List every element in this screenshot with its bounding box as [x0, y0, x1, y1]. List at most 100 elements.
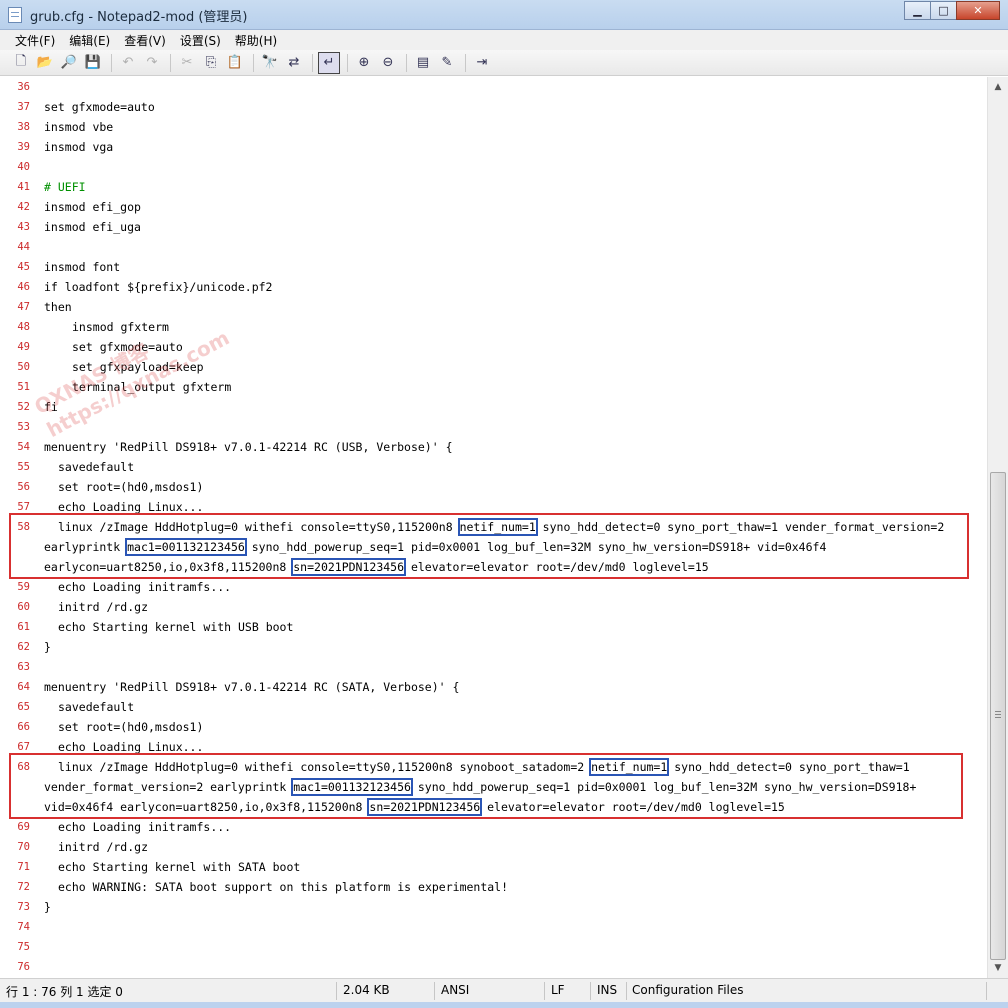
line-number: 64 — [17, 681, 30, 693]
line-number: 69 — [17, 821, 30, 833]
scheme-icon[interactable]: ▤ — [412, 52, 434, 74]
line-text: fi — [44, 400, 58, 414]
netif-num-highlight: netif_num=1 — [457, 518, 538, 536]
editor-line: 37 set gfxmode=auto — [0, 97, 987, 117]
toolbar-separator — [111, 53, 112, 72]
line-text: insmod gfxterm — [72, 320, 169, 334]
editor-line: 51 terminal_output gfxterm — [0, 377, 987, 397]
line-number: 70 — [17, 841, 30, 853]
redo-icon[interactable]: ↷ — [141, 52, 163, 74]
line-number: 43 — [17, 221, 30, 233]
editor-line: 70 initrd /rd.gz — [0, 837, 987, 857]
status-divider — [590, 982, 591, 1000]
sn-highlight: sn=2021PDN123456 — [291, 558, 407, 576]
editor-line: 69 echo Loading initramfs... — [0, 817, 987, 837]
line-number: 44 — [17, 241, 30, 253]
window-controls: ▁ □ ✕ — [904, 1, 1000, 20]
text-editor[interactable]: 36 37 set gfxmode=auto 38 insmod vbe 39 ins… — [0, 77, 987, 978]
cut-icon[interactable]: ✂ — [176, 52, 198, 74]
status-eol[interactable]: LF — [551, 983, 565, 997]
line-number: 60 — [17, 601, 30, 613]
new-file-icon[interactable]: 🗋 — [10, 52, 32, 74]
minimize-button[interactable]: ▁ — [904, 1, 931, 20]
grip-icon — [995, 711, 1001, 718]
line-text: then — [44, 300, 72, 314]
paste-icon[interactable]: 📋 — [224, 52, 246, 74]
editor-line: 61 echo Starting kernel with USB boot — [0, 617, 987, 637]
save-icon[interactable]: 💾 — [82, 52, 104, 74]
status-encoding[interactable]: ANSI — [441, 983, 469, 997]
close-button[interactable]: ✕ — [956, 1, 1000, 20]
line-number: 61 — [17, 621, 30, 633]
toolbar-separator — [465, 53, 466, 72]
editor-line: 58 linux /zImage HddHotplug=0 withefi con… — [0, 517, 987, 537]
line-text: set gfxmode=auto — [72, 340, 183, 354]
line-text: menuentry 'RedPill DS918+ v7.0.1-42214 R… — [44, 680, 460, 694]
status-divider — [986, 982, 987, 1000]
notepad-app-icon — [8, 7, 22, 23]
editor-line-wrap: vender_format_version=2 earlyprintk mac1… — [0, 777, 987, 797]
menu-file[interactable]: 文件(F) — [8, 32, 62, 49]
window-title: grub.cfg - Notepad2-mod (管理员) — [30, 10, 248, 25]
exit-icon[interactable]: ⇥ — [471, 52, 493, 74]
menu-settings[interactable]: 设置(S) — [173, 32, 228, 49]
editor-line: 53 — [0, 417, 987, 437]
customize-icon[interactable]: ✎ — [436, 52, 458, 74]
line-text: terminal_output gfxterm — [72, 380, 232, 394]
toolbar-separator — [406, 53, 407, 72]
editor-line: 55 savedefault — [0, 457, 987, 477]
editor-line-wrap: earlycon=uart8250,io,0x3f8,115200n8 sn=2… — [0, 557, 987, 577]
editor-line: 72 echo WARNING: SATA boot support on thi… — [0, 877, 987, 897]
line-number: 74 — [17, 921, 30, 933]
line-text: earlyprintk — [44, 540, 128, 554]
line-number: 49 — [17, 341, 30, 353]
title-bar: grub.cfg - Notepad2-mod (管理员) ▁ □ ✕ — [0, 0, 1008, 30]
word-wrap-icon[interactable]: ↵ — [318, 51, 340, 74]
line-number: 41 — [17, 181, 30, 193]
line-number: 45 — [17, 261, 30, 273]
replace-icon[interactable]: ⇄ — [283, 52, 305, 74]
line-number: 72 — [17, 881, 30, 893]
line-text: set gfxpayload=keep — [72, 360, 204, 374]
copy-icon[interactable]: ⎘ — [200, 52, 222, 74]
scroll-down-arrow-icon[interactable]: ▼ — [990, 960, 1006, 976]
scroll-up-arrow-icon[interactable]: ▲ — [990, 79, 1006, 95]
menu-view[interactable]: 查看(V) — [117, 32, 173, 49]
line-number: 76 — [17, 961, 30, 973]
line-number: 42 — [17, 201, 30, 213]
find-icon[interactable]: 🔭 — [259, 52, 281, 74]
line-number: 62 — [17, 641, 30, 653]
browse-icon[interactable]: 🔎 — [58, 52, 80, 74]
status-bar: 行 1 : 76 列 1 选定 0 2.04 KB ANSI LF INS Co… — [0, 978, 1008, 1002]
editor-line: 63 — [0, 657, 987, 677]
zoom-out-icon[interactable]: ⊖ — [377, 52, 399, 74]
editor-line: 48 insmod gfxterm — [0, 317, 987, 337]
editor-line: 39 insmod vga — [0, 137, 987, 157]
menu-help[interactable]: 帮助(H) — [228, 32, 284, 49]
line-number: 68 — [17, 761, 30, 773]
scrollbar-thumb[interactable] — [990, 472, 1006, 960]
editor-line-wrap: vid=0x46f4 earlycon=uart8250,io,0x3f8,11… — [0, 797, 987, 817]
window-bottom-frame — [0, 1002, 1008, 1008]
editor-line: 60 initrd /rd.gz — [0, 597, 987, 617]
line-number: 47 — [17, 301, 30, 313]
line-number: 46 — [17, 281, 30, 293]
line-number: 58 — [17, 521, 30, 533]
editor-line: 71 echo Starting kernel with SATA boot — [0, 857, 987, 877]
editor-line: 43 insmod efi_uga — [0, 217, 987, 237]
line-text: echo Starting kernel with SATA boot — [58, 860, 301, 874]
line-number: 53 — [17, 421, 30, 433]
line-number: 63 — [17, 661, 30, 673]
vertical-scrollbar[interactable]: ▲ ▼ — [987, 77, 1008, 978]
line-text: insmod font — [44, 260, 121, 274]
line-text: vid=0x46f4 earlycon=uart8250,io,0x3f8,11… — [44, 800, 370, 814]
status-scheme[interactable]: Configuration Files — [632, 983, 744, 997]
zoom-in-icon[interactable]: ⊕ — [353, 52, 375, 74]
undo-icon[interactable]: ↶ — [117, 52, 139, 74]
editor-line: 65 savedefault — [0, 697, 987, 717]
status-mode[interactable]: INS — [597, 983, 617, 997]
open-folder-icon[interactable]: 📂 — [34, 52, 56, 74]
maximize-button[interactable]: □ — [930, 1, 957, 20]
editor-line: 54 menuentry 'RedPill DS918+ v7.0.1-42214… — [0, 437, 987, 457]
menu-edit[interactable]: 编辑(E) — [62, 32, 117, 49]
